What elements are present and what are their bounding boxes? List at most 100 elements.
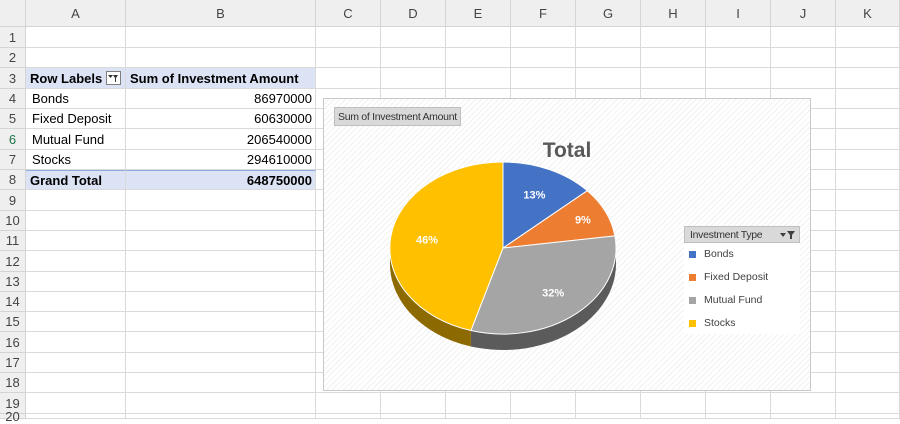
cell[interactable] (836, 414, 900, 419)
chart-legend[interactable]: Investment Type Bonds Fixed Deposit Mutual… (684, 226, 800, 334)
cell[interactable] (836, 353, 900, 373)
cell[interactable] (126, 272, 316, 292)
pivot-row-label[interactable]: Fixed Deposit (26, 109, 126, 129)
cell[interactable] (126, 231, 316, 251)
cell[interactable] (126, 211, 316, 231)
cell[interactable] (316, 68, 381, 89)
cell[interactable] (771, 414, 836, 419)
cell[interactable] (511, 48, 576, 68)
row-header-4[interactable]: 4 (0, 89, 26, 109)
cell[interactable] (836, 109, 900, 129)
column-header-k[interactable]: K (836, 0, 900, 27)
row-header-3[interactable]: 3 (0, 68, 26, 89)
row-header-15[interactable]: 15 (0, 312, 26, 332)
select-all-corner[interactable] (0, 0, 26, 27)
cell[interactable] (836, 292, 900, 312)
cell[interactable] (381, 48, 446, 68)
legend-entry-fixed-deposit[interactable]: Fixed Deposit (689, 270, 768, 284)
row-header-10[interactable]: 10 (0, 211, 26, 231)
row-header-13[interactable]: 13 (0, 272, 26, 292)
pivot-row-label[interactable]: Stocks (26, 150, 126, 170)
column-header-a[interactable]: A (26, 0, 126, 27)
legend-entry-stocks[interactable]: Stocks (689, 316, 736, 330)
cell[interactable] (126, 292, 316, 312)
cell[interactable] (576, 48, 641, 68)
cell[interactable] (126, 251, 316, 272)
cell[interactable] (836, 170, 900, 190)
cell[interactable] (771, 48, 836, 68)
cell[interactable] (446, 68, 511, 89)
pivot-sum-header[interactable]: Sum of Investment Amount (126, 68, 316, 89)
row-header-17[interactable]: 17 (0, 353, 26, 373)
cell[interactable] (836, 190, 900, 211)
pivot-row-label[interactable]: Mutual Fund (26, 129, 126, 150)
cell[interactable] (126, 312, 316, 332)
cell[interactable] (26, 393, 126, 414)
cell[interactable] (126, 373, 316, 393)
row-header-18[interactable]: 18 (0, 373, 26, 393)
row-header-20[interactable]: 20 (0, 409, 26, 424)
cell[interactable] (26, 231, 126, 251)
cell[interactable] (381, 68, 446, 89)
pie-data-label[interactable]: 46% (416, 235, 438, 247)
column-header-e[interactable]: E (446, 0, 511, 27)
legend-field-button[interactable]: Investment Type (684, 226, 800, 243)
row-header-11[interactable]: 11 (0, 231, 26, 251)
cell[interactable] (836, 373, 900, 393)
cell[interactable] (836, 211, 900, 231)
cell[interactable] (836, 251, 900, 272)
cell[interactable] (576, 27, 641, 48)
cell[interactable] (381, 414, 446, 419)
cell[interactable] (836, 150, 900, 170)
cell[interactable] (126, 190, 316, 211)
cell[interactable] (641, 48, 706, 68)
column-header-b[interactable]: B (126, 0, 316, 27)
cell[interactable] (126, 27, 316, 48)
cell[interactable] (576, 393, 641, 414)
column-header-d[interactable]: D (381, 0, 446, 27)
row-header-7[interactable]: 7 (0, 150, 26, 170)
cell[interactable] (26, 48, 126, 68)
row-header-8[interactable]: 8 (0, 170, 26, 190)
column-header-j[interactable]: J (771, 0, 836, 27)
cell[interactable] (26, 190, 126, 211)
cell[interactable] (26, 353, 126, 373)
cell[interactable] (576, 414, 641, 419)
pivot-row-value[interactable]: 60630000 (126, 109, 316, 129)
cell[interactable] (706, 414, 771, 419)
pie-data-label[interactable]: 9% (575, 215, 591, 227)
cell[interactable] (836, 48, 900, 68)
cell[interactable] (576, 68, 641, 89)
cell[interactable] (836, 393, 900, 414)
cell[interactable] (26, 292, 126, 312)
cell[interactable] (706, 48, 771, 68)
cell[interactable] (26, 332, 126, 353)
row-header-9[interactable]: 9 (0, 190, 26, 211)
row-header-2[interactable]: 2 (0, 48, 26, 68)
cell[interactable] (316, 393, 381, 414)
pie-data-label[interactable]: 32% (542, 287, 564, 299)
pivot-row-value[interactable]: 86970000 (126, 89, 316, 109)
cell[interactable] (511, 414, 576, 419)
cell[interactable] (26, 272, 126, 292)
row-header-12[interactable]: 12 (0, 251, 26, 272)
row-header-1[interactable]: 1 (0, 27, 26, 48)
filter-icon[interactable] (780, 230, 796, 240)
row-header-5[interactable]: 5 (0, 109, 26, 129)
cell[interactable] (706, 393, 771, 414)
cell[interactable] (641, 68, 706, 89)
cell[interactable] (126, 332, 316, 353)
cell[interactable] (316, 414, 381, 419)
cell[interactable] (316, 27, 381, 48)
row-header-6[interactable]: 6 (0, 129, 26, 150)
cell[interactable] (836, 332, 900, 353)
cell[interactable] (126, 353, 316, 373)
cell[interactable] (446, 48, 511, 68)
pivot-row-value[interactable]: 294610000 (126, 150, 316, 170)
cell[interactable] (771, 27, 836, 48)
cell[interactable] (771, 393, 836, 414)
cell[interactable] (381, 27, 446, 48)
cell[interactable] (771, 68, 836, 89)
legend-entry-bonds[interactable]: Bonds (689, 247, 734, 261)
pie-data-label[interactable]: 13% (523, 190, 545, 202)
